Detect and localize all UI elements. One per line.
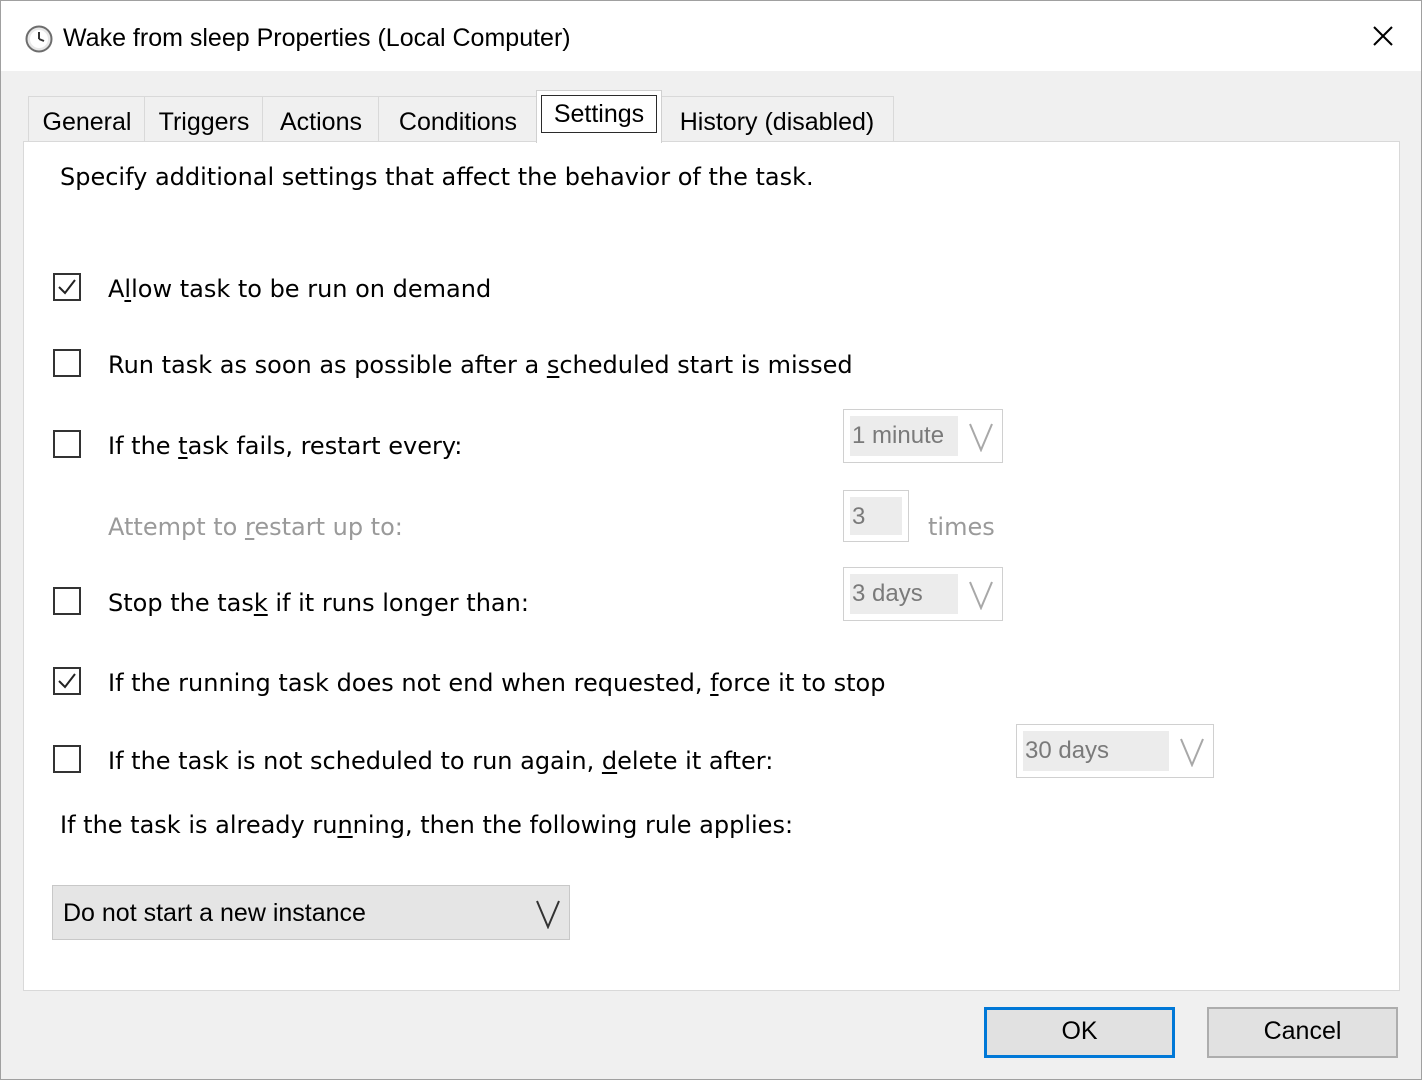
stop-if-longer-checkbox[interactable]: [53, 587, 81, 615]
title-bar: Wake from sleep Properties (Local Comput…: [1, 1, 1421, 71]
tab-history[interactable]: History (disabled): [660, 96, 894, 141]
run-asap-checkbox[interactable]: [53, 349, 81, 377]
running-rule-dropdown[interactable]: Do not start a new instance: [52, 885, 570, 940]
clock-icon: [25, 25, 53, 53]
chevron-down-icon: [969, 423, 993, 452]
delete-after-checkbox[interactable]: [53, 745, 81, 773]
restart-attempts-value: 3: [850, 497, 902, 535]
restart-on-fail-label: If the task fails, restart every:: [108, 432, 463, 460]
stop-duration-combo[interactable]: 3 days: [843, 567, 1003, 621]
checkmark-icon: [58, 279, 76, 295]
restart-attempts-input[interactable]: 3: [843, 490, 909, 542]
properties-dialog: Wake from sleep Properties (Local Comput…: [0, 0, 1422, 1080]
settings-panel: Specify additional settings that affect …: [23, 141, 1400, 991]
restart-interval-value: 1 minute: [850, 416, 958, 456]
tab-actions[interactable]: Actions: [262, 96, 380, 141]
window-title: Wake from sleep Properties (Local Comput…: [63, 24, 571, 52]
delete-duration-combo[interactable]: 30 days: [1016, 724, 1214, 778]
settings-description: Specify additional settings that affect …: [60, 163, 814, 191]
ok-button[interactable]: OK: [984, 1007, 1175, 1058]
chevron-down-icon: [536, 900, 560, 929]
running-rule-label: If the task is already running, then the…: [60, 811, 794, 839]
tab-general[interactable]: General: [28, 96, 146, 141]
force-stop-label: If the running task does not end when re…: [108, 669, 886, 697]
stop-duration-value: 3 days: [850, 574, 958, 614]
restart-attempts-label: Attempt to restart up to:: [108, 513, 403, 541]
chevron-down-icon: [969, 581, 993, 610]
close-icon: [1373, 26, 1393, 46]
restart-attempts-unit: times: [928, 513, 995, 541]
delete-duration-value: 30 days: [1023, 731, 1169, 771]
delete-after-label: If the task is not scheduled to run agai…: [108, 747, 774, 775]
checkmark-icon: [58, 673, 76, 689]
tab-conditions[interactable]: Conditions: [378, 96, 538, 141]
restart-interval-combo[interactable]: 1 minute: [843, 409, 1003, 463]
close-button[interactable]: [1351, 9, 1415, 63]
cancel-button[interactable]: Cancel: [1207, 1007, 1398, 1058]
allow-on-demand-checkbox[interactable]: [53, 273, 81, 301]
force-stop-checkbox[interactable]: [53, 667, 81, 695]
chevron-down-icon: [1180, 738, 1204, 767]
tab-settings[interactable]: Settings: [536, 90, 662, 143]
allow-on-demand-label: Allow task to be run on demand: [108, 275, 492, 303]
tab-triggers[interactable]: Triggers: [144, 96, 264, 141]
restart-on-fail-checkbox[interactable]: [53, 430, 81, 458]
run-asap-label: Run task as soon as possible after a sch…: [108, 351, 853, 379]
stop-if-longer-label: Stop the task if it runs longer than:: [108, 589, 529, 617]
running-rule-value: Do not start a new instance: [63, 899, 366, 927]
